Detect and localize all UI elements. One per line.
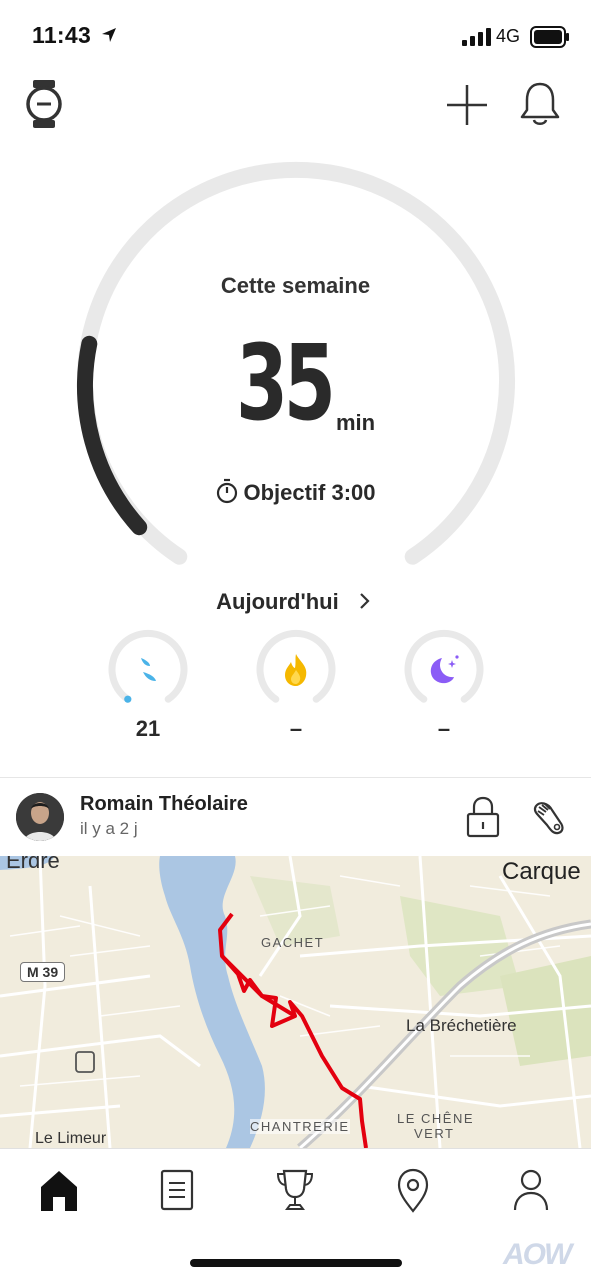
- tab-map[interactable]: [383, 1165, 443, 1215]
- map-pin-icon: [397, 1168, 429, 1213]
- today-label: Aujourd'hui: [216, 589, 339, 614]
- tab-profile[interactable]: [501, 1165, 561, 1215]
- trophy-icon: [276, 1169, 314, 1210]
- weekly-total-value: 35: [236, 322, 336, 444]
- location-arrow-icon: [101, 28, 116, 42]
- home-indicator[interactable]: [190, 1259, 402, 1267]
- diary-icon: [160, 1169, 194, 1211]
- lock-icon[interactable]: [466, 796, 500, 838]
- map-label-chene-2: VERT: [414, 1126, 455, 1141]
- calories-value: –: [289, 716, 303, 741]
- stopwatch-icon: [217, 478, 238, 504]
- tab-diary[interactable]: [147, 1165, 207, 1215]
- map-label-carque: Carque: [502, 858, 581, 885]
- map-canvas: [0, 856, 591, 1148]
- chevron-right-icon: [360, 593, 370, 609]
- status-time-text: 11:43: [32, 22, 92, 48]
- watermark-logo: AOW: [503, 1238, 572, 1271]
- signal-icon: [462, 28, 491, 46]
- network-type: 4G: [496, 26, 521, 46]
- goal-label: Objectif 3:00: [243, 480, 376, 505]
- flame-icon: [285, 654, 307, 686]
- sleep-ring[interactable]: [402, 628, 486, 712]
- map-label-chantrerie: CHANTRERIE: [250, 1119, 350, 1134]
- avatar[interactable]: [16, 793, 64, 841]
- map-label-brechetiere: La Bréchetière: [406, 1016, 517, 1035]
- map-label-erdre: Erdre: [6, 856, 60, 873]
- activity-map[interactable]: Erdre Carque M 39 GACHET La Bréchetière …: [0, 856, 591, 1148]
- battery-icon: [530, 26, 569, 48]
- today-link[interactable]: Aujourd'hui: [0, 589, 591, 615]
- weekly-total-unit: min: [336, 410, 376, 435]
- period-label: Cette semaine: [220, 273, 371, 298]
- home-icon: [41, 1171, 77, 1211]
- sleep-value: –: [437, 716, 451, 741]
- watch-icon[interactable]: [24, 78, 64, 130]
- add-icon[interactable]: [446, 84, 488, 126]
- running-shoe-icon[interactable]: [530, 798, 568, 836]
- author-name[interactable]: Romain Théolaire: [80, 793, 248, 816]
- map-road-badge: M 39: [20, 962, 66, 982]
- tab-bar: [0, 1148, 591, 1229]
- post-time: il y a 2 j: [80, 819, 138, 838]
- calories-ring[interactable]: [254, 628, 338, 712]
- profile-icon: [513, 1169, 549, 1211]
- goal-row: Objectif 3:00: [0, 478, 591, 506]
- tab-achievements[interactable]: [265, 1165, 325, 1215]
- map-label-gachet: GACHET: [261, 935, 325, 950]
- steps-value: 21: [135, 716, 161, 741]
- avatar-image: [16, 793, 64, 841]
- status-time: 11:43: [32, 22, 118, 49]
- steps-ring[interactable]: [106, 628, 190, 712]
- tab-home[interactable]: [29, 1165, 89, 1215]
- moon-icon: [430, 655, 459, 684]
- bell-icon[interactable]: [518, 80, 562, 128]
- steps-icon: [141, 658, 156, 681]
- map-label-chene-1: LE CHÊNE: [397, 1111, 475, 1126]
- section-divider: [0, 777, 591, 778]
- map-label-limeur: Le Limeur: [35, 1130, 107, 1147]
